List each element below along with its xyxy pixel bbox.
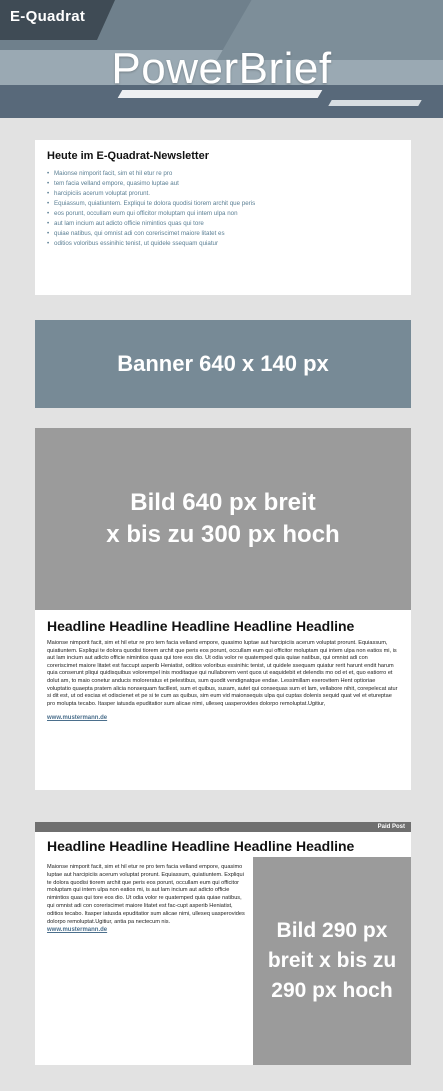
banner-placeholder[interactable]: Banner 640 x 140 px [35,320,411,408]
newsletter-list: Maionse nimporit facit, sim et hil etur … [47,169,399,249]
article: Headline Headline Headline Headline Head… [35,610,411,790]
paid-article: Headline Headline Headline Headline Head… [35,832,411,1065]
paid-post-label: Paid Post [377,824,405,830]
e-quadrat-logo[interactable]: E-Quadrat [0,0,116,40]
paid-image-label: Bild 290 px breit x bis zu 290 px hoch [267,919,397,1002]
paid-article-headline[interactable]: Headline Headline Headline Headline Head… [47,838,354,854]
newsletter-item[interactable]: Maionse nimporit facit, sim et hil etur … [47,169,399,179]
paid-post-bar: Paid Post [35,822,411,832]
paid-article-body: Maionse nimporit facit, sim et hil etur … [47,864,245,925]
article-body: Maionse nimporit facit, sim et hil etur … [47,640,398,707]
article-image-placeholder[interactable]: Bild 640 px breit x bis zu 300 px hoch [35,428,411,610]
image-label-line: x bis zu 300 px hoch [106,521,340,548]
newsletter-item[interactable]: aut lam incium aut adicto officie nimint… [47,219,399,229]
newsletter-item[interactable]: tem facia velland empore, quasimo luptae… [47,179,399,189]
newsletter-item[interactable]: eos porunt, occullam eum qui officitor m… [47,209,399,219]
newsletter-item[interactable]: Equiassum, quiatiuntem. Expliqui te dolo… [47,199,399,209]
brand-title: PowerBrief [111,44,332,93]
newsletter-overview: Heute im E-Quadrat-Newsletter Maionse ni… [35,140,411,295]
article-headline[interactable]: Headline Headline Headline Headline Head… [47,618,399,634]
header: E-Quadrat PowerBrief [0,0,443,118]
paid-image-placeholder[interactable]: Bild 290 px breit x bis zu 290 px hoch [253,857,411,1065]
newsletter-item[interactable]: harcipiciis acerum voluptat prorunt. [47,189,399,199]
image-label-line: Bild 640 px breit [130,489,316,516]
article-link[interactable]: www.mustermann.de [47,715,399,721]
newsletter-item[interactable]: quiae natibus, qui omnist adi con coreri… [47,229,399,239]
newsletter-title: Heute im E-Quadrat-Newsletter [47,150,209,162]
paid-article-text: Maionse nimporit facit, sim et hil etur … [47,864,247,933]
newsletter-item[interactable]: oditios voloribus essinihic tenist, ut q… [47,239,399,249]
paid-article-link[interactable]: www.mustermann.de [47,927,247,933]
header-decoration [328,100,422,106]
